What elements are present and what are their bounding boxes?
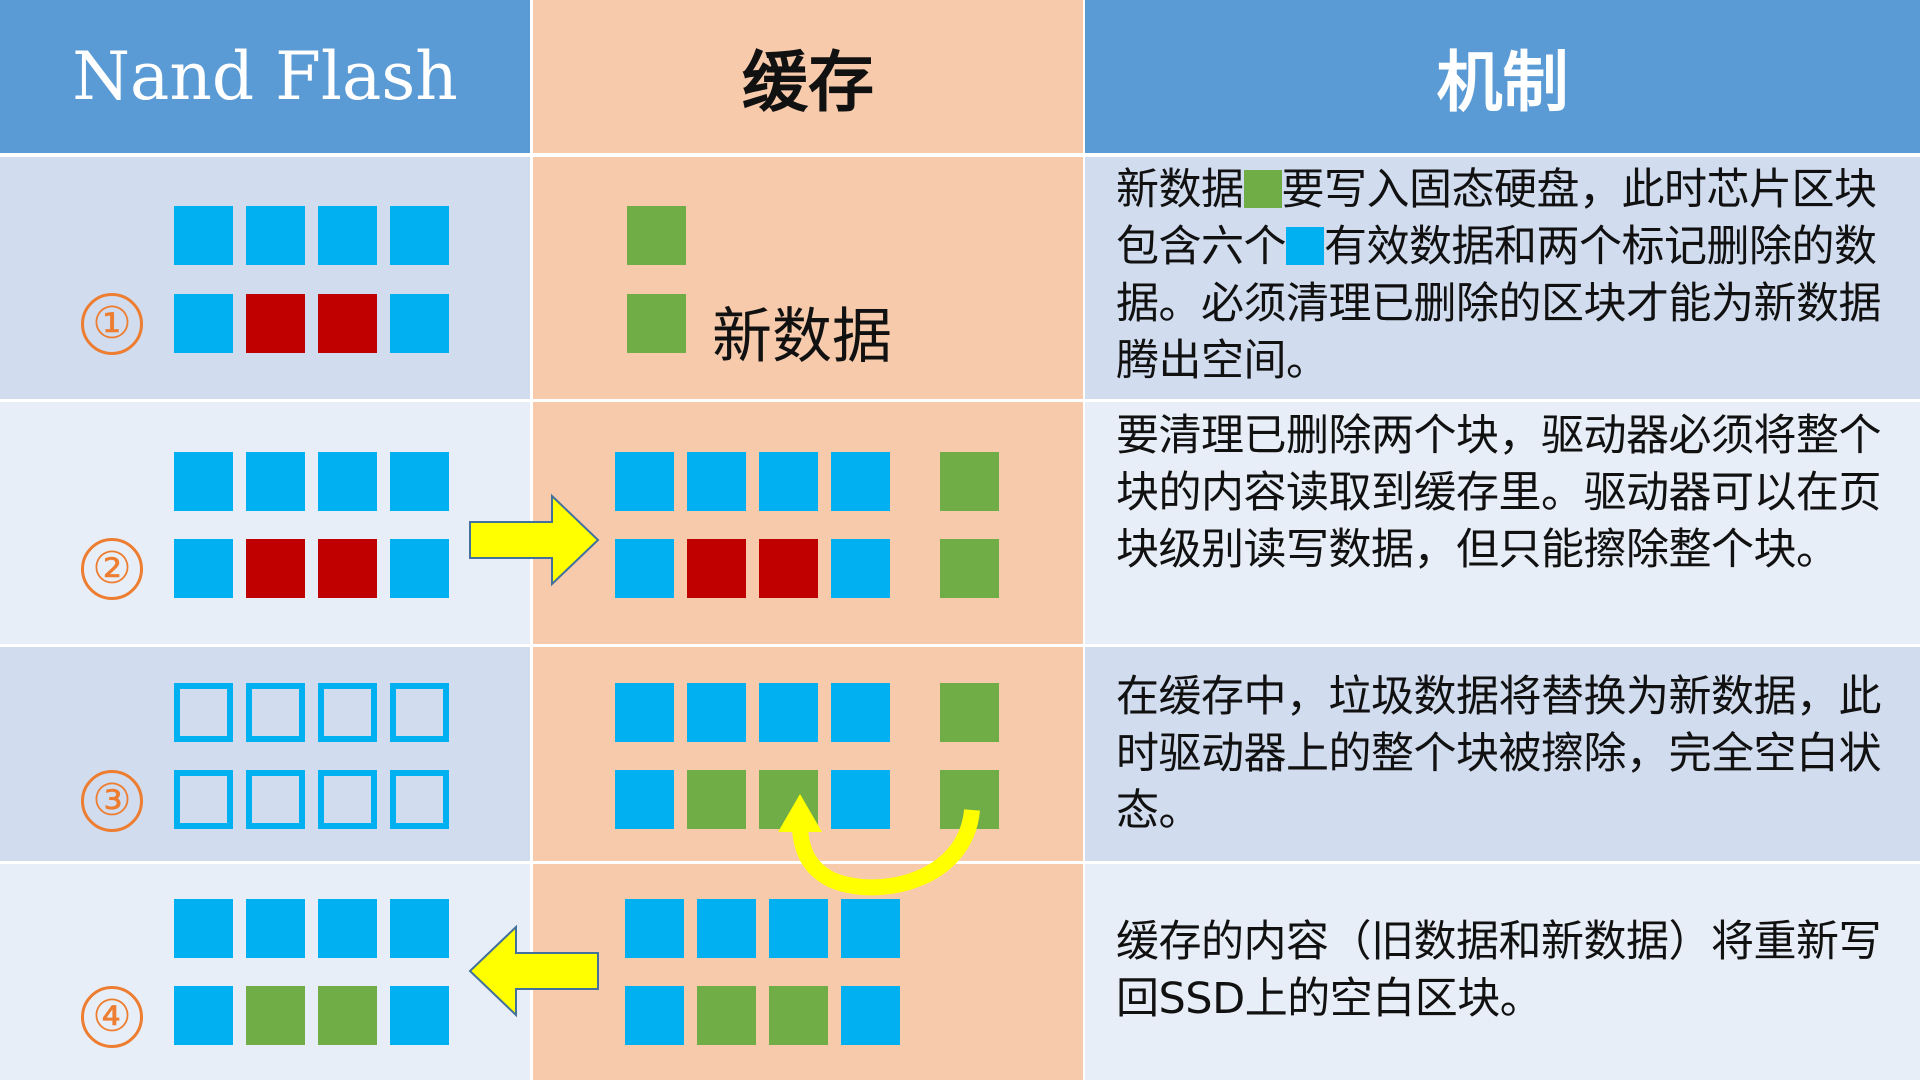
- row-2-cache-block-2-2-deleted-data: [687, 539, 746, 598]
- row-3-flash-block-1-2-erased: [246, 683, 305, 742]
- header-cache-label: 缓存: [742, 43, 874, 121]
- row-1-flash-block-1-2-valid-data: [246, 206, 305, 265]
- row-3-flash-block-2-1-erased: [174, 770, 233, 829]
- row-1-flash-cell: [0, 157, 530, 399]
- row-3-cache-block-2-1-valid-data: [615, 770, 674, 829]
- row-4-cache-block-2-2-new-data: [697, 986, 756, 1045]
- row-4-flash-block-1-1-valid-data: [174, 899, 233, 958]
- row-3-flash-block-2-3-erased: [318, 770, 377, 829]
- row-4-flash-cell: [0, 864, 530, 1080]
- row-4-cache-block-1-2-valid-data: [697, 899, 756, 958]
- row-3-cache-block-2-2-new-data: [687, 770, 746, 829]
- step-4-number: ④: [81, 986, 143, 1048]
- row-4-description: 缓存的内容（旧数据和新数据）将重新写回SSD上的空白区块。: [1116, 917, 1882, 1024]
- step-1-number: ①: [81, 293, 143, 355]
- step-2-number: ②: [81, 538, 143, 600]
- header-mechanism-label: 机制: [1436, 43, 1569, 121]
- row-4-flash-block-2-2-new-data: [246, 986, 305, 1045]
- row-2-cache-block-1-4-valid-data: [831, 452, 890, 511]
- header-cache: 缓存: [533, 0, 1083, 153]
- row-1-desc-part-1: 新数据: [1116, 165, 1244, 215]
- header-nand-flash: Nand Flash: [0, 0, 530, 153]
- row-2-flash-block-1-3-valid-data: [318, 452, 377, 511]
- row-2-cache-block-1-2-valid-data: [687, 452, 746, 511]
- row-1-flash-block-2-3-deleted-data: [318, 294, 377, 353]
- row-3-cache-block-1-2-valid-data: [687, 683, 746, 742]
- row-3-flash-block-2-4-erased: [390, 770, 449, 829]
- row-4-flash-block-2-1-valid-data: [174, 986, 233, 1045]
- new-data-swatch-icon: [1243, 170, 1282, 208]
- row-3-flash-block-1-1-erased: [174, 683, 233, 742]
- row-3-flash-block-1-3-erased: [318, 683, 377, 742]
- row-2-cache-extra-block-2-new-data: [940, 539, 999, 598]
- row-4-flash-block-1-4-valid-data: [390, 899, 449, 958]
- row-1-flash-block-2-2-deleted-data: [246, 294, 305, 353]
- row-2-flash-block-2-2-deleted-data: [246, 539, 305, 598]
- row-3-description: 在缓存中，垃圾数据将替换为新数据，此时驱动器上的整个块被擦除，完全空白状态。: [1116, 672, 1882, 836]
- step-3-number: ③: [81, 770, 143, 832]
- new-data-label: 新数据: [712, 302, 892, 372]
- write-back-arrow-icon: [468, 924, 599, 1018]
- row-1-flash-block-1-1-valid-data: [174, 206, 233, 265]
- row-1-flash-block-1-3-valid-data: [318, 206, 377, 265]
- row-4-cache-block-2-4-valid-data: [841, 986, 900, 1045]
- row-2-cache-block-1-3-valid-data: [759, 452, 818, 511]
- row-2-flash-block-2-4-valid-data: [390, 539, 449, 598]
- row-1-flash-block-1-4-valid-data: [390, 206, 449, 265]
- row-2-flash-block-1-4-valid-data: [390, 452, 449, 511]
- row-2-flash-block-1-2-valid-data: [246, 452, 305, 511]
- row-2-flash-block-2-1-valid-data: [174, 539, 233, 598]
- row-4-cache-block-2-1-valid-data: [625, 986, 684, 1045]
- row-4-flash-block-2-3-new-data: [318, 986, 377, 1045]
- replace-curved-arrow-icon: [778, 794, 980, 896]
- read-arrow-icon: [469, 493, 600, 587]
- row-4-cache-block-1-3-valid-data: [769, 899, 828, 958]
- row-1-cache-new-block-1: [627, 206, 686, 265]
- row-4-flash-block-1-3-valid-data: [318, 899, 377, 958]
- header-mechanism: 机制: [1085, 0, 1920, 153]
- row-2-cache-block-2-3-deleted-data: [759, 539, 818, 598]
- row-2-cache-extra-block-1-new-data: [940, 452, 999, 511]
- row-1-description: 新数据 要写入固态硬盘，此时芯片区块包含六个 有效数据和两个标记删除的数据。必须清理…: [1116, 162, 1906, 390]
- row-3-flash-block-2-2-erased: [246, 770, 305, 829]
- row-2-description: 要清理已删除两个块，驱动器必须将整个块的内容读取到缓存里。驱动器可以在页块级别读…: [1116, 411, 1882, 575]
- header-nand-flash-label: Nand Flash: [72, 38, 458, 115]
- row-3-cache-block-1-3-valid-data: [759, 683, 818, 742]
- row-3-cache-block-1-1-valid-data: [615, 683, 674, 742]
- row-1-flash-block-2-1-valid-data: [174, 294, 233, 353]
- row-4-flash-block-1-2-valid-data: [246, 899, 305, 958]
- row-2-flash-block-2-3-deleted-data: [318, 539, 377, 598]
- row-2-cache-cell: [533, 402, 1083, 644]
- row-4-flash-block-2-4-valid-data: [390, 986, 449, 1045]
- valid-data-swatch-icon: [1286, 227, 1324, 265]
- row-3-cache-extra-block-1-new-data: [940, 683, 999, 742]
- row-2-cache-block-1-1-valid-data: [615, 452, 674, 511]
- row-4-cache-block-1-1-valid-data: [625, 899, 684, 958]
- row-1-flash-block-2-4-valid-data: [390, 294, 449, 353]
- row-4-cache-block-2-3-new-data: [769, 986, 828, 1045]
- row-3-flash-block-1-4-erased: [390, 683, 449, 742]
- row-2-flash-block-1-1-valid-data: [174, 452, 233, 511]
- row-2-cache-block-2-1-valid-data: [615, 539, 674, 598]
- row-3-cache-block-1-4-valid-data: [831, 683, 890, 742]
- row-2-cache-block-2-4-valid-data: [831, 539, 890, 598]
- row-1-cache-new-block-2: [627, 294, 686, 353]
- row-2-flash-cell: [0, 402, 530, 644]
- row-4-cache-block-1-4-valid-data: [841, 899, 900, 958]
